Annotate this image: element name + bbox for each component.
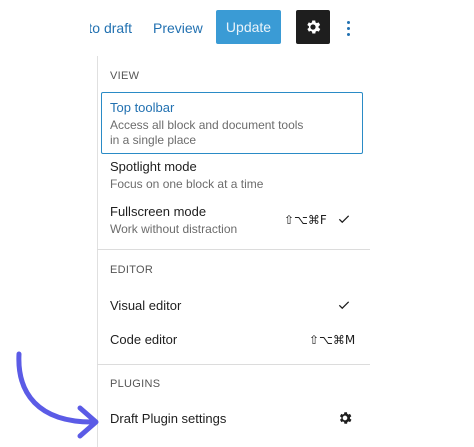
- top-toolbar-description-line2: in a single place: [110, 133, 197, 147]
- menu-item-spotlight-mode[interactable]: Spotlight mode: [110, 158, 197, 176]
- vertical-ellipsis-icon: [346, 20, 350, 24]
- menu-divider: [97, 364, 370, 365]
- menu-item-code-editor[interactable]: Code editor: [110, 331, 177, 349]
- update-button[interactable]: Update: [216, 10, 281, 44]
- annotation-arrow-icon: [16, 351, 99, 439]
- editor-group-label: EDITOR: [110, 264, 154, 276]
- plugins-group-label: PLUGINS: [110, 378, 161, 390]
- preview-button[interactable]: Preview: [153, 18, 203, 38]
- options-menu-button[interactable]: [338, 14, 358, 42]
- view-group-label: VIEW: [110, 70, 140, 82]
- checkmark-icon: [338, 215, 350, 224]
- code-editor-shortcut: ⇧⌥⌘M: [309, 333, 356, 347]
- top-toolbar-title: Top toolbar: [110, 100, 175, 115]
- gear-icon: [339, 412, 352, 424]
- gear-icon: [307, 20, 321, 34]
- menu-item-visual-editor[interactable]: Visual editor: [110, 297, 181, 315]
- spotlight-mode-description: Focus on one block at a time: [110, 177, 264, 191]
- menu-divider: [97, 249, 370, 250]
- checkmark-icon: [338, 301, 350, 310]
- menu-item-draft-plugin-settings[interactable]: Draft Plugin settings: [110, 410, 226, 428]
- top-toolbar-description-line1: Access all block and document tools: [110, 118, 304, 132]
- menu-item-fullscreen-mode[interactable]: Fullscreen mode: [110, 203, 206, 221]
- fullscreen-shortcut: ⇧⌥⌘F: [284, 213, 327, 227]
- settings-button[interactable]: [296, 10, 330, 44]
- switch-to-draft-button[interactable]: Switch to draft: [90, 18, 132, 38]
- editor-header-toolbar: Switch to draft Preview Update: [0, 0, 474, 56]
